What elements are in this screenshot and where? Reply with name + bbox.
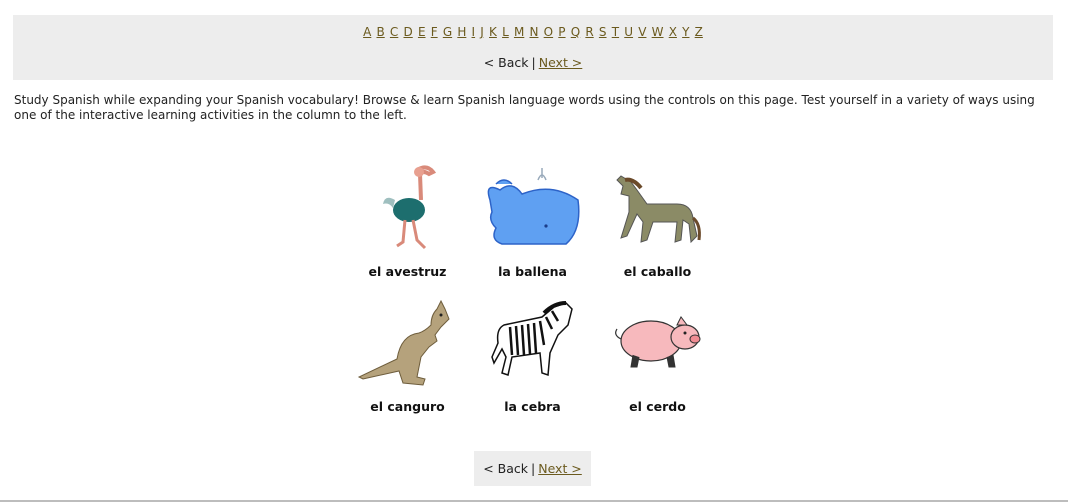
whale-icon	[487, 168, 580, 245]
bottom-pager: < Back | Next >	[474, 451, 591, 486]
letter-link-f[interactable]: F	[431, 25, 438, 39]
letter-link-d[interactable]: D	[404, 25, 413, 39]
vocab-card-canguro[interactable]: el canguro	[345, 295, 470, 430]
vocab-card-avestruz[interactable]: el avestruz	[345, 160, 470, 295]
top-navigation-bar: ABCDEFGHIJKLMNOPQRSTUVWXYZ < Back | Next >	[13, 15, 1053, 80]
letter-link-l[interactable]: L	[502, 25, 509, 39]
vocab-word: la cebra	[504, 399, 561, 414]
letter-link-i[interactable]: I	[472, 25, 476, 39]
letter-link-s[interactable]: S	[599, 25, 607, 39]
letter-link-t[interactable]: T	[612, 25, 619, 39]
intro-text: Study Spanish while expanding your Spani…	[14, 93, 1035, 122]
pig-icon	[615, 316, 701, 368]
letter-link-m[interactable]: M	[514, 25, 524, 39]
letter-link-y[interactable]: Y	[682, 25, 689, 39]
pager-separator: |	[531, 461, 536, 476]
kangaroo-icon	[357, 299, 450, 386]
vocab-word: la ballena	[498, 264, 567, 279]
letter-link-g[interactable]: G	[443, 25, 452, 39]
letter-link-p[interactable]: P	[558, 25, 565, 39]
letter-link-a[interactable]: A	[363, 25, 371, 39]
pager-separator: |	[531, 55, 536, 70]
letter-link-q[interactable]: Q	[571, 25, 580, 39]
back-link[interactable]: < Back	[484, 55, 529, 70]
back-link-bottom[interactable]: < Back	[483, 461, 528, 476]
letter-link-v[interactable]: V	[638, 25, 646, 39]
letter-link-e[interactable]: E	[418, 25, 426, 39]
letter-link-h[interactable]: H	[457, 25, 466, 39]
letter-link-c[interactable]: C	[390, 25, 398, 39]
letter-link-u[interactable]: U	[624, 25, 633, 39]
alphabet-index: ABCDEFGHIJKLMNOPQRSTUVWXYZ	[13, 25, 1053, 39]
letter-link-o[interactable]: O	[544, 25, 553, 39]
letter-link-z[interactable]: Z	[695, 25, 703, 39]
vocab-word: el caballo	[623, 264, 692, 279]
ostrich-icon	[383, 165, 437, 250]
vocab-card-caballo[interactable]: el caballo	[595, 160, 720, 295]
horse-icon	[616, 175, 701, 244]
vocab-card-cebra[interactable]: la cebra	[470, 295, 595, 430]
letter-link-r[interactable]: R	[585, 25, 593, 39]
letter-link-k[interactable]: K	[489, 25, 497, 39]
vocab-word: el avestruz	[368, 264, 447, 279]
vocab-card-ballena[interactable]: la ballena	[470, 160, 595, 295]
letter-link-n[interactable]: N	[529, 25, 538, 39]
top-pager: < Back | Next >	[13, 55, 1053, 70]
zebra-icon	[491, 301, 573, 377]
letter-link-w[interactable]: W	[652, 25, 664, 39]
next-link-bottom[interactable]: Next >	[538, 461, 582, 476]
letter-link-b[interactable]: B	[377, 25, 385, 39]
next-link[interactable]: Next >	[539, 55, 583, 70]
vocab-word: el canguro	[370, 399, 445, 414]
letter-link-x[interactable]: X	[669, 25, 677, 39]
letter-link-j[interactable]: J	[480, 25, 484, 39]
vocab-card-cerdo[interactable]: el cerdo	[595, 295, 720, 430]
vocab-word: el cerdo	[629, 399, 686, 414]
